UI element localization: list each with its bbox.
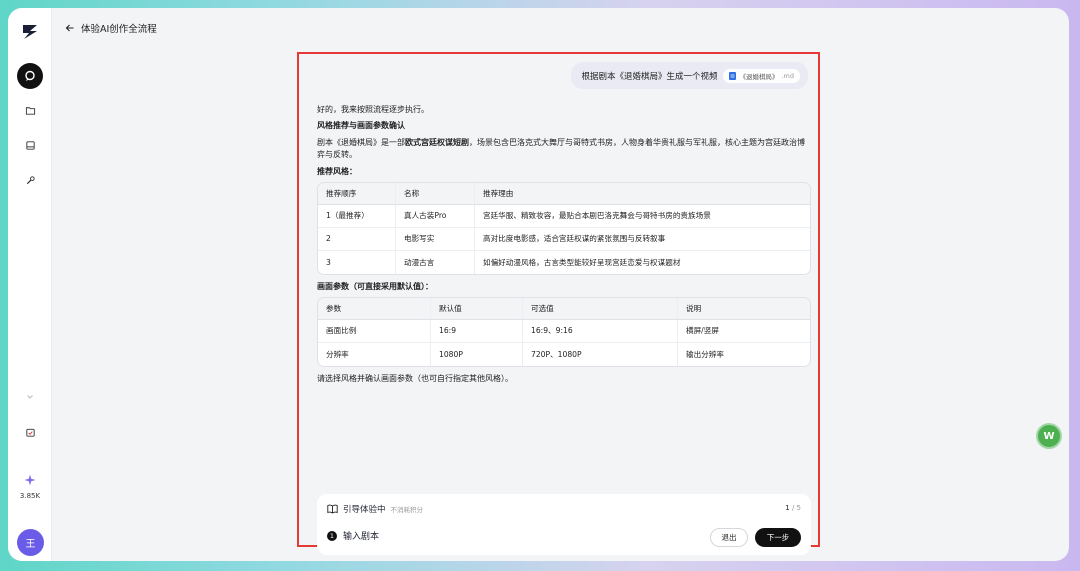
next-step-button[interactable]: 下一步: [755, 528, 801, 547]
reply-description: 剧本《退婚棋局》是一部欧式宫廷权谋短剧，场景包含巴洛克式大舞厅与哥特式书房，人物…: [317, 137, 811, 162]
exit-button[interactable]: 退出: [710, 528, 748, 547]
chat-icon: [25, 70, 35, 81]
reply-intro: 好的，我来按照流程逐步执行。: [317, 105, 429, 114]
wrench-icon: [26, 175, 35, 184]
desc-prefix: 剧本《退婚棋局》是一部: [317, 137, 405, 147]
table-header-cell: 推荐理由: [474, 182, 810, 205]
reply-section-title: 风格推荐与画面参数确认: [317, 121, 405, 131]
user-message-bubble: 根据剧本《退婚棋局》生成一个视频 《退婚棋局》 .md: [571, 62, 808, 89]
folder-icon: [25, 106, 35, 115]
credits-count: 3.85K: [19, 492, 41, 500]
user-message-text: 根据剧本《退婚棋局》生成一个视频: [581, 71, 718, 82]
sparkle-icon: [24, 474, 36, 486]
nav-tools-button[interactable]: [17, 167, 43, 193]
book-icon: [25, 140, 35, 150]
nav-folder-button[interactable]: [17, 97, 43, 123]
step-number-badge: 1: [327, 530, 337, 541]
assistant-reply: 好的，我来按照流程逐步执行。 风格推荐与画面参数确认 剧本《退婚棋局》是一部欧式…: [317, 104, 811, 390]
step-label: 输入剧本: [343, 532, 380, 542]
guide-page-total: / 5: [791, 504, 801, 512]
table-cell: 宫廷华服、精致妆容，最贴合本剧巴洛克舞会与哥特书房的贵族场景: [474, 204, 810, 228]
style-table: 推荐顺序 名称 推荐理由 1（最推荐） 真人古装Pro 宫廷华服、精致妆容，最贴…: [317, 181, 811, 275]
nav-chat-button[interactable]: [17, 63, 43, 89]
table-header-cell: 参数: [318, 298, 430, 321]
guide-subtitle: 不消耗积分: [390, 506, 424, 514]
app-window: 3.85K 王 体验AI创作全流程 根据剧本《退婚棋局》生成一个视频 《退婚棋局…: [8, 8, 1069, 561]
guide-title: 引导体验中: [343, 505, 386, 515]
back-button[interactable]: 体验AI创作全流程: [65, 21, 157, 35]
table-cell: 2: [318, 228, 395, 251]
credits-button[interactable]: [17, 467, 43, 493]
table-cell: 3: [326, 257, 331, 267]
nav-collapse-button[interactable]: [17, 384, 43, 410]
table-header-cell: 可选值: [522, 298, 677, 321]
file-name: 《退婚棋局》: [739, 72, 779, 81]
table-cell: 16:9: [430, 320, 522, 344]
table-row: 3 动漫古言 如偏好动漫风格，古言类型能较好呈现宫廷恋爱与权谋题材: [318, 250, 810, 274]
sidebar: 3.85K 王: [8, 8, 52, 561]
chat-panel: 根据剧本《退婚棋局》生成一个视频 《退婚棋局》 .md 好的，我来按照流程逐步执…: [297, 52, 820, 555]
table-cell: 720P、1080P: [522, 343, 677, 367]
table-cell: 分辨率: [326, 349, 349, 359]
table-cell: 1（最推荐）: [318, 205, 395, 228]
table-cell: 横屏/竖屏: [677, 320, 810, 344]
table-cell: 如偏好动漫风格，古言类型能较好呈现宫廷恋爱与权谋题材: [474, 250, 810, 274]
table-row: 分辨率 1080P 720P、1080P 输出分辨率: [318, 343, 810, 367]
avatar[interactable]: 王: [17, 529, 44, 556]
table-cell: 16:9、9:16: [522, 320, 677, 344]
table-header-cell: 默认值: [430, 298, 522, 321]
table-header-cell: 推荐顺序: [318, 182, 395, 205]
guide-step: 1 输入剧本: [327, 529, 379, 542]
table-header-row: 参数 默认值 可选值 说明: [318, 298, 810, 321]
table-row: 画面比例 16:9 16:9、9:16 横屏/竖屏: [318, 320, 810, 344]
table-row: 1（最推荐） 真人古装Pro 宫廷华服、精致妆容，最贴合本剧巴洛克舞会与哥特书房…: [318, 204, 810, 228]
table-cell: 画面比例: [318, 320, 430, 344]
floating-assistant-button[interactable]: W: [1036, 423, 1062, 449]
table-row: 2 电影写实 高对比度电影感，适合宫廷权谋的紧张氛围与反转叙事: [318, 227, 810, 251]
param-heading: 画面参数（可直接采用默认值）：: [317, 281, 433, 291]
file-extension: .md: [781, 71, 794, 80]
arrow-left-icon: [65, 24, 74, 32]
style-heading: 推荐风格：: [317, 166, 357, 176]
calendar-check-icon: [25, 428, 35, 437]
table-header-row: 推荐顺序 名称 推荐理由: [318, 182, 810, 205]
table-header-cell: 名称: [395, 182, 474, 205]
table-cell: 高对比度电影感，适合宫廷权谋的紧张氛围与反转叙事: [474, 227, 810, 251]
reply-closing: 请选择风格并确认画面参数（也可自行指定其他风格）。: [317, 374, 513, 384]
nav-tasks-button[interactable]: [17, 419, 43, 445]
document-icon: [729, 71, 737, 80]
guide-page-indicator: 1 / 5: [785, 504, 801, 512]
desc-genre: 欧式宫廷权谋短剧: [405, 137, 469, 147]
table-cell: 输出分辨率: [677, 343, 810, 367]
table-header-cell: 说明: [677, 298, 810, 321]
param-table: 参数 默认值 可选值 说明 画面比例 16:9 16:9、9:16 横屏/竖屏 …: [317, 297, 811, 368]
guide-card: 引导体验中 不消耗积分 1 / 5 1 输入剧本 退出 下一步: [317, 494, 811, 555]
page-title: 体验AI创作全流程: [81, 24, 157, 35]
table-cell: 真人古装Pro: [395, 204, 474, 228]
attached-file-chip[interactable]: 《退婚棋局》 .md: [723, 68, 800, 83]
table-cell: 电影写实: [395, 227, 474, 251]
table-cell: 1080P: [430, 343, 522, 367]
guide-page-current: 1: [785, 504, 790, 512]
open-book-icon: [327, 504, 338, 514]
app-logo[interactable]: [20, 22, 40, 42]
nav-library-button[interactable]: [17, 132, 43, 158]
chevron-down-icon: [27, 395, 33, 399]
table-cell: 动漫古言: [395, 250, 474, 274]
guide-header: 引导体验中 不消耗积分: [327, 503, 423, 515]
